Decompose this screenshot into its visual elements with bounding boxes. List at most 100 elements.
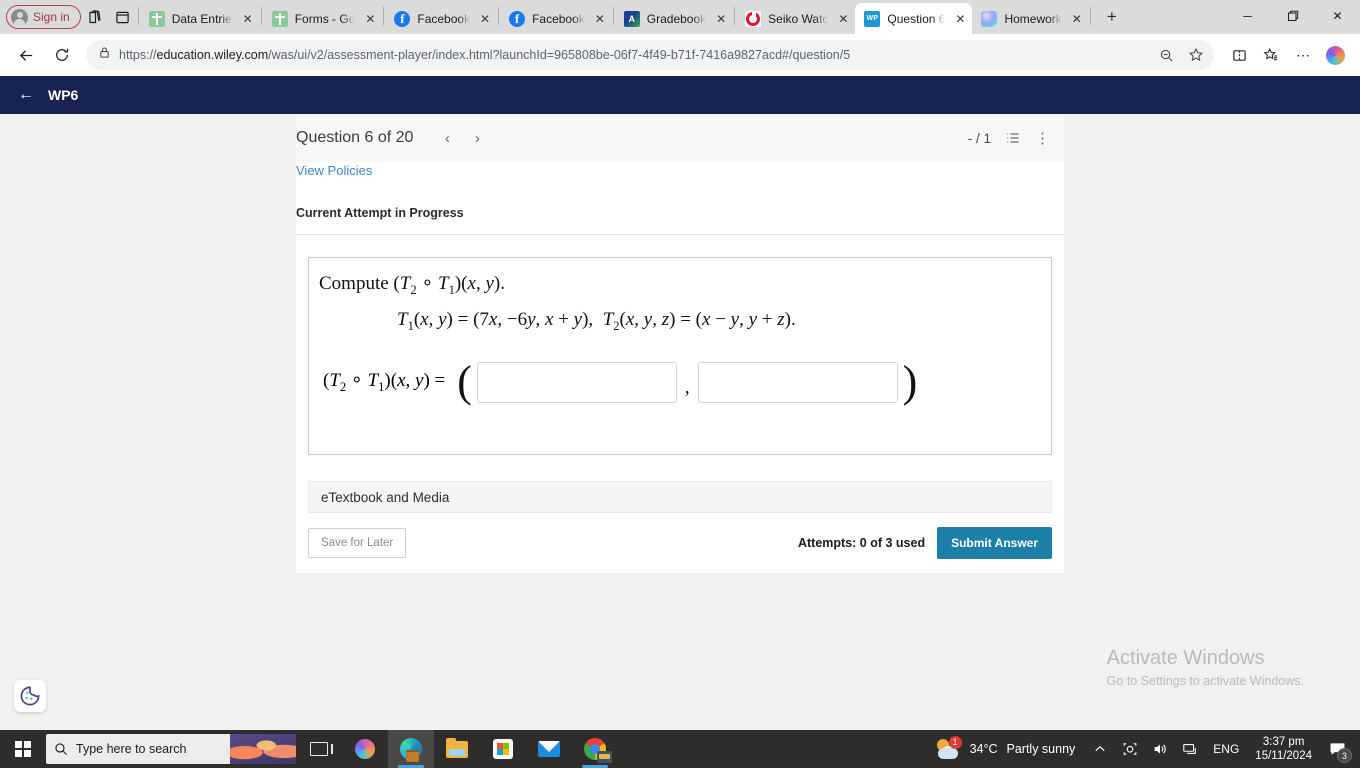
network-icon[interactable]: [1175, 730, 1205, 768]
clock[interactable]: 3:37 pm 15/11/2024: [1247, 735, 1320, 763]
tab-close-icon[interactable]: ✕: [952, 11, 968, 27]
tab-close-icon[interactable]: ✕: [592, 11, 608, 27]
tab-data-entries[interactable]: Data Entries ✕: [140, 3, 260, 34]
activate-windows-watermark: Activate Windows Go to Settings to activ…: [1107, 647, 1304, 688]
taskbar-file-explorer-button[interactable]: [434, 730, 480, 768]
tab-close-icon[interactable]: ✕: [835, 11, 851, 27]
submit-answer-button[interactable]: Submit Answer: [937, 527, 1052, 559]
tab-close-icon[interactable]: ✕: [477, 11, 493, 27]
answer-input-2[interactable]: [697, 361, 898, 403]
back-button[interactable]: [10, 39, 42, 71]
language-indicator[interactable]: ENG: [1205, 742, 1247, 756]
maximize-button[interactable]: [1270, 0, 1315, 32]
tab-close-icon[interactable]: ✕: [240, 11, 256, 27]
next-question-button[interactable]: ›: [463, 124, 491, 152]
sign-in-label: Sign in: [33, 10, 70, 24]
question-nav: ‹ ›: [433, 124, 491, 152]
weather-widget[interactable]: 1 34°C Partly sunny: [925, 736, 1086, 760]
tab-gradebook[interactable]: A Gradebook ✕: [615, 3, 733, 34]
tab-label: Facebook: [532, 11, 585, 26]
attempts-counter: Attempts: 0 of 3 used: [797, 536, 926, 550]
chrome-window-badge-icon: [597, 751, 612, 763]
taskbar-edge-button[interactable]: [388, 730, 434, 768]
zoom-out-icon[interactable]: [1152, 41, 1180, 69]
address-bar: https://education.wiley.com/was/ui/v2/as…: [0, 34, 1360, 76]
view-policies-link[interactable]: View Policies: [296, 153, 372, 178]
tab-label: Forms - Go: [294, 11, 356, 26]
task-view-button[interactable]: [296, 730, 342, 768]
taskbar-store-button[interactable]: [480, 730, 526, 768]
copilot-icon: [355, 739, 375, 759]
question-prompt-line-1: Compute (T2 ∘ T1)(x, y).: [319, 272, 1035, 298]
homework-icon: [981, 10, 998, 27]
tab-close-icon[interactable]: ✕: [1069, 11, 1085, 27]
split-screen-icon[interactable]: [109, 3, 137, 31]
taskbar-chrome-button[interactable]: [572, 730, 618, 768]
window-controls: ─ ✕: [1225, 0, 1360, 34]
mail-icon: [538, 741, 560, 757]
new-tab-button[interactable]: +: [1098, 3, 1126, 31]
back-arrow-icon[interactable]: ←: [18, 87, 34, 103]
assignment-title: WP6: [48, 87, 79, 103]
url-text: https://education.wiley.com/was/ui/v2/as…: [119, 48, 851, 62]
taskbar-copilot-button[interactable]: [342, 730, 388, 768]
taskbar-search[interactable]: Type here to search: [46, 734, 296, 764]
attempt-status: Current Attempt in Progress: [296, 206, 464, 220]
tab-facebook-2[interactable]: f Facebook ✕: [500, 3, 612, 34]
browser-window: Sign in Data Entries ✕ Forms - Go ✕ f Fa…: [0, 0, 1360, 730]
tab-divider: [1089, 7, 1091, 25]
answer-left-hand-side: (T2 ∘ T1)(x, y) =: [323, 370, 446, 394]
content-divider: [296, 234, 1064, 235]
sign-in-button[interactable]: Sign in: [6, 5, 81, 29]
volume-icon[interactable]: [1145, 730, 1175, 768]
search-icon: [55, 743, 68, 756]
search-placeholder: Type here to search: [76, 742, 187, 756]
reload-button[interactable]: [46, 39, 78, 71]
tab-label: Gradebook: [646, 11, 707, 26]
show-hidden-icons-button[interactable]: [1085, 730, 1115, 768]
assessment-header: ← WP6: [0, 76, 1360, 114]
start-button[interactable]: [0, 730, 46, 768]
open-paren: (: [457, 356, 472, 406]
etextbook-and-media-button[interactable]: eTextbook and Media: [308, 481, 1052, 513]
save-for-later-button[interactable]: Save for Later: [308, 528, 407, 558]
tab-seiko-watch[interactable]: Seiko Watc ✕: [736, 3, 855, 34]
close-window-button[interactable]: ✕: [1315, 0, 1360, 32]
split-screen-toolbar-icon[interactable]: [1224, 40, 1254, 70]
tab-close-icon[interactable]: ✕: [362, 11, 378, 27]
facebook-icon: f: [509, 10, 526, 27]
tab-close-icon[interactable]: ✕: [713, 11, 729, 27]
weather-badge: 1: [948, 736, 962, 749]
tab-label: Seiko Watc: [768, 11, 829, 26]
tab-label: Question 6: [887, 11, 946, 26]
more-menu-icon[interactable]: ⋮: [1035, 129, 1050, 147]
question-list-icon[interactable]: [1005, 130, 1021, 146]
question-card: Question 6 of 20 ‹ › - / 1 ⋮ View Polici…: [296, 114, 1064, 573]
collections-icon[interactable]: [1256, 40, 1286, 70]
tab-label: Homework: [1004, 11, 1062, 26]
tab-facebook-1[interactable]: f Facebook ✕: [385, 3, 497, 34]
copilot-icon[interactable]: [1320, 40, 1350, 70]
minimize-button[interactable]: ─: [1225, 0, 1270, 32]
close-paren: ): [902, 356, 918, 406]
tab-question-6[interactable]: WP Question 6 ✕: [855, 3, 973, 34]
site-lock-icon: [98, 46, 111, 64]
tab-strip: Sign in Data Entries ✕ Forms - Go ✕ f Fa…: [0, 0, 1360, 34]
camera-privacy-icon[interactable]: [1115, 730, 1145, 768]
favorite-star-icon[interactable]: [1182, 41, 1210, 69]
tab-divider: [137, 7, 139, 25]
google-sheets-icon: [148, 10, 165, 27]
tab-collections-icon[interactable]: [81, 3, 109, 31]
previous-question-button[interactable]: ‹: [433, 124, 461, 152]
answer-input-1[interactable]: [476, 361, 677, 403]
gradebook-icon: A: [623, 10, 640, 27]
tab-homework[interactable]: Homework ✕: [972, 3, 1088, 34]
url-bar[interactable]: https://education.wiley.com/was/ui/v2/as…: [86, 40, 1214, 70]
taskbar-mail-button[interactable]: [526, 730, 572, 768]
tab-forms[interactable]: Forms - Go ✕: [263, 3, 383, 34]
microsoft-edge-icon: [400, 738, 422, 762]
cookie-preferences-button[interactable]: [14, 680, 46, 712]
weather-description: Partly sunny: [1006, 742, 1076, 756]
notifications-button[interactable]: 3: [1320, 730, 1354, 768]
more-options-icon[interactable]: ⋯: [1288, 40, 1318, 70]
